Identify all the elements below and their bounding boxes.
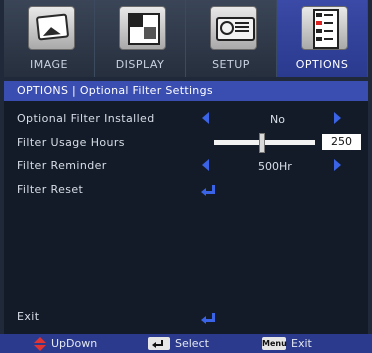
tab-options[interactable]: OPTIONS bbox=[277, 0, 368, 77]
filter-reset-label[interactable]: Filter Reset bbox=[17, 183, 83, 196]
left-arrow-icon[interactable] bbox=[202, 159, 209, 171]
tab-display[interactable]: DISPLAY bbox=[95, 0, 186, 77]
filter-usage-label: Filter Usage Hours bbox=[17, 136, 125, 149]
right-arrow-icon[interactable] bbox=[334, 159, 341, 171]
menu-key-icon: Menu bbox=[262, 337, 287, 350]
page-title: OPTIONS | Optional Filter Settings bbox=[4, 81, 368, 101]
right-arrow-icon[interactable] bbox=[334, 112, 341, 124]
updown-icon bbox=[34, 337, 46, 351]
slider-knob[interactable] bbox=[259, 133, 266, 153]
tab-bar: IMAGE DISPLAY SETUP OPTIONS bbox=[4, 0, 368, 77]
footer-updown-label: UpDown bbox=[51, 337, 98, 350]
filter-installed-value: No bbox=[270, 113, 285, 126]
footer-bar: UpDown Select Menu Exit bbox=[0, 334, 372, 353]
enter-key-icon bbox=[148, 337, 170, 350]
enter-icon[interactable] bbox=[201, 185, 215, 197]
tab-setup[interactable]: SETUP bbox=[186, 0, 277, 77]
tab-display-label: DISPLAY bbox=[115, 58, 165, 71]
options-icon bbox=[301, 6, 348, 50]
filter-reminder-label[interactable]: Filter Reminder bbox=[17, 159, 107, 172]
filter-installed-label[interactable]: Optional Filter Installed bbox=[17, 112, 155, 125]
filter-reminder-value: 500Hr bbox=[258, 160, 292, 173]
tab-setup-label: SETUP bbox=[212, 58, 250, 71]
tab-options-label: OPTIONS bbox=[295, 58, 349, 71]
setup-icon bbox=[210, 6, 257, 50]
exit-label[interactable]: Exit bbox=[17, 310, 39, 323]
tab-image[interactable]: IMAGE bbox=[4, 0, 95, 77]
left-arrow-icon[interactable] bbox=[202, 112, 209, 124]
filter-usage-value: 250 bbox=[322, 134, 361, 150]
footer-select-label: Select bbox=[175, 337, 209, 350]
image-icon bbox=[28, 6, 75, 50]
tab-image-label: IMAGE bbox=[29, 58, 69, 71]
enter-icon[interactable] bbox=[201, 313, 215, 325]
footer-exit-label: Exit bbox=[291, 337, 312, 350]
display-icon bbox=[119, 6, 166, 50]
osd-menu: IMAGE DISPLAY SETUP OPTIONS OPTIONS | Op… bbox=[0, 0, 372, 353]
